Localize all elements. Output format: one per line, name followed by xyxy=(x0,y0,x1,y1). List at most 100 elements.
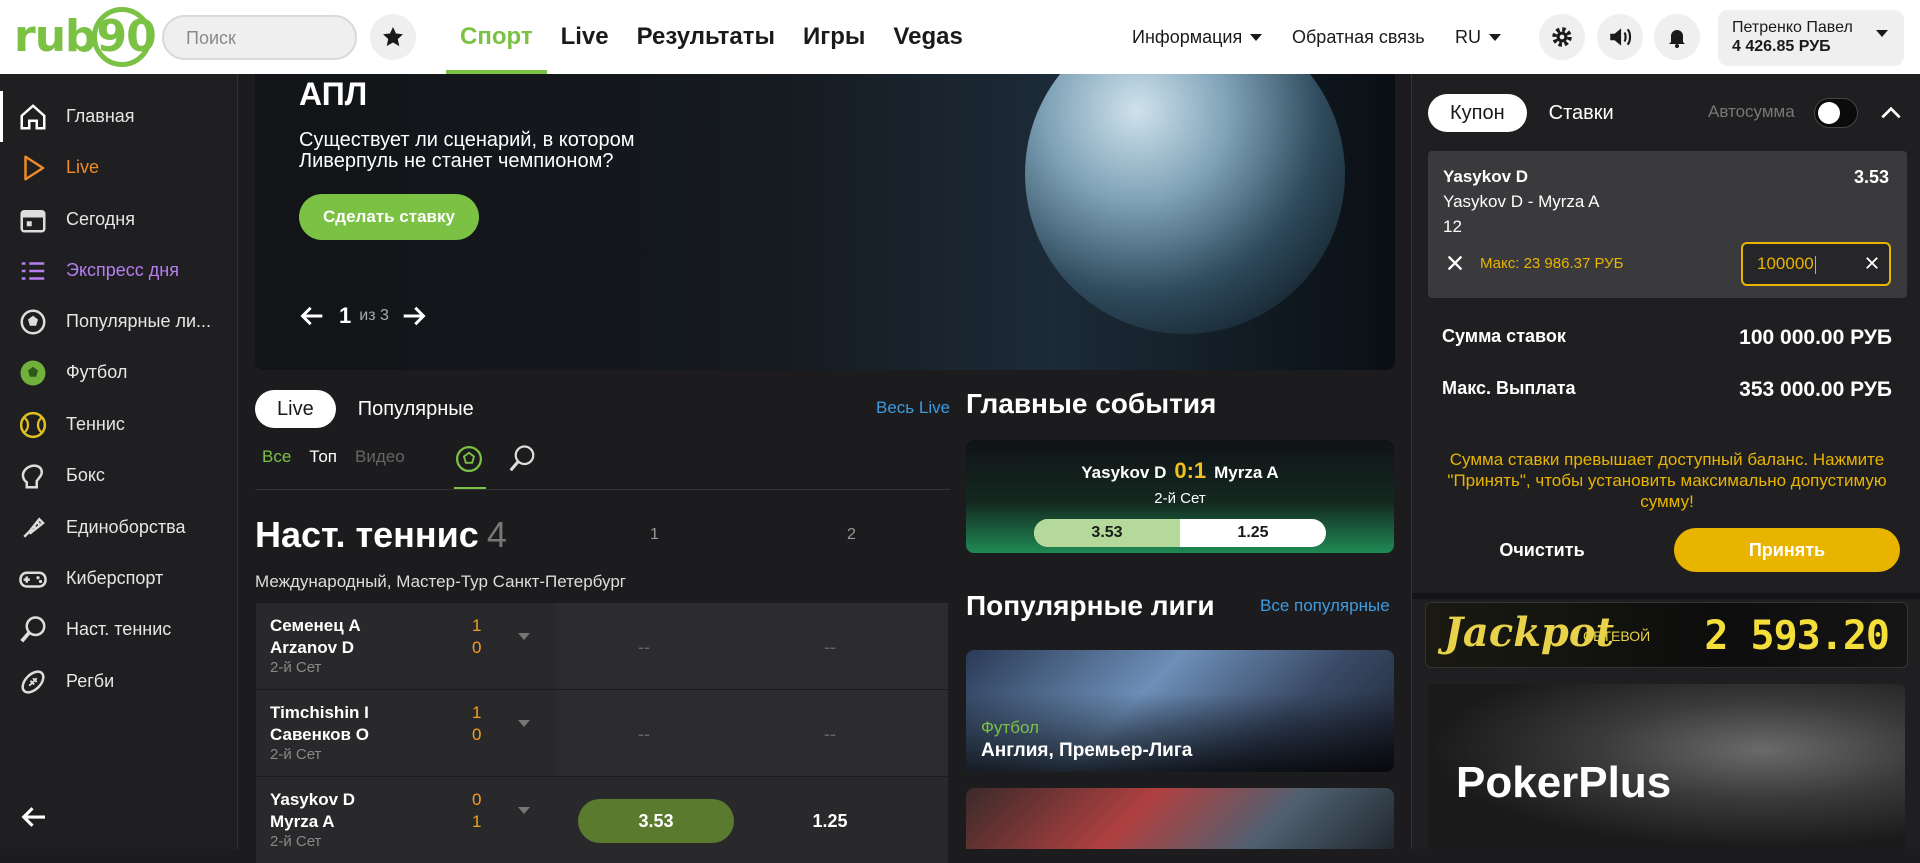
sidebar-item-boxing[interactable]: Бокс xyxy=(0,450,238,501)
tennis-ball-icon xyxy=(16,408,50,442)
score-2: 0 xyxy=(472,725,482,744)
user-menu[interactable]: Петренко Павел 4 426.85 РУБ xyxy=(1718,10,1904,66)
tab-popular[interactable]: Популярные xyxy=(336,390,496,428)
match-period: 2-й Сет xyxy=(270,659,322,676)
sidebar-item-label: Теннис xyxy=(66,414,125,434)
max-stake: Макс: 23 986.37 РУБ xyxy=(1480,255,1624,272)
close-icon[interactable] xyxy=(1444,252,1466,274)
chevron-down-icon[interactable] xyxy=(518,807,530,814)
sidebar-item-home[interactable]: Главная xyxy=(0,91,238,142)
site-logo[interactable]: rub90 xyxy=(14,6,157,68)
match-row[interactable]: Yasykov D Myrza A 2-й Сет 01 3.53 1.25 xyxy=(256,777,948,863)
odd-1: -- xyxy=(638,636,650,657)
language-select[interactable]: RU xyxy=(1455,0,1501,74)
bet-market: 12 xyxy=(1443,217,1462,236)
nav-results[interactable]: Результаты xyxy=(623,0,789,74)
autosum-toggle[interactable] xyxy=(1814,98,1858,128)
main-event-card[interactable]: Yasykov D 0:1 Myrza A 2-й Сет 3.53 1.25 xyxy=(966,440,1394,553)
chevron-up-icon[interactable] xyxy=(1878,100,1904,126)
divider xyxy=(255,489,950,490)
sidebar-item-popular-leagues[interactable]: Популярные ли... xyxy=(0,296,238,347)
sidebar-item-today[interactable]: Сегодня xyxy=(0,194,238,245)
all-live-link[interactable]: Весь Live xyxy=(876,398,950,418)
league-card[interactable]: Футбол Англия, Премьер-Лига xyxy=(966,650,1394,772)
clear-input-icon[interactable] xyxy=(1863,254,1881,272)
total-stake-label: Сумма ставок xyxy=(1442,326,1566,346)
nav-vegas[interactable]: Vegas xyxy=(879,0,976,74)
sidebar-item-live[interactable]: Live xyxy=(0,142,238,193)
event-odd-2[interactable]: 1.25 xyxy=(1180,519,1326,547)
chevron-down-icon xyxy=(1489,33,1501,41)
event-odd-1[interactable]: 3.53 xyxy=(1034,519,1180,547)
jackpot-banner[interactable]: Jackpot СЕТЕВОЙ 2 593.20 xyxy=(1425,602,1908,668)
odd-1-selected[interactable]: 3.53 xyxy=(578,799,734,843)
max-payout-value: 353 000.00 РУБ xyxy=(1739,378,1892,401)
team-2: Myrza A xyxy=(1214,463,1279,482)
chevron-down-icon[interactable] xyxy=(518,720,530,727)
autosum-label: Автосумма xyxy=(1708,102,1795,121)
league-name: Англия, Премьер-Лига xyxy=(981,740,1193,761)
league-card[interactable] xyxy=(966,788,1394,849)
nav-games[interactable]: Игры xyxy=(789,0,879,74)
sidebar-item-tennis[interactable]: Теннис xyxy=(0,399,238,450)
poker-promo-banner[interactable]: PokerPlus xyxy=(1428,684,1905,849)
text-cursor xyxy=(1814,255,1816,274)
odd-2[interactable]: 1.25 xyxy=(752,799,908,843)
sound-button[interactable] xyxy=(1597,14,1643,60)
score-1: 0 xyxy=(472,790,482,809)
live-filter-tabs: Все Топ Видео xyxy=(262,447,423,467)
match-row[interactable]: Семенец А Arzanov D 2-й Сет 10 -- -- xyxy=(256,603,948,689)
chevron-down-icon[interactable] xyxy=(518,633,530,640)
promo-banner[interactable]: АПЛ Существует ли сценарий, в котором Ли… xyxy=(255,74,1395,370)
score-1: 1 xyxy=(472,703,482,722)
sidebar-item-football[interactable]: Футбол xyxy=(0,347,238,398)
place-bet-button[interactable]: Сделать ставку xyxy=(299,194,479,240)
clear-button[interactable]: Очистить xyxy=(1432,528,1652,572)
sidebar-item-label: Популярные ли... xyxy=(66,311,212,331)
table-tennis-icon xyxy=(509,445,535,472)
sidebar-item-label: Сегодня xyxy=(66,209,135,229)
sport-filter-all[interactable] xyxy=(454,444,486,490)
info-menu[interactable]: Информация xyxy=(1132,0,1263,74)
max-payout-row: Макс. Выплата 353 000.00 РУБ xyxy=(1442,378,1892,402)
tournament-name: Международный, Мастер-Тур Санкт-Петербур… xyxy=(255,572,626,591)
filter-all[interactable]: Все xyxy=(262,447,291,467)
column-header-1: 1 xyxy=(650,526,659,543)
total-stake-value: 100 000.00 РУБ xyxy=(1739,326,1892,349)
odd-1: -- xyxy=(638,723,650,744)
arrow-right-icon[interactable] xyxy=(399,302,427,330)
nav-live[interactable]: Live xyxy=(547,0,623,74)
search-input[interactable]: Поиск xyxy=(162,15,357,60)
sidebar-item-table-tennis[interactable]: Наст. теннис xyxy=(0,604,238,655)
chevron-down-icon xyxy=(1250,33,1263,41)
score-2: 1 xyxy=(472,812,482,831)
all-popular-link[interactable]: Все популярные xyxy=(1260,596,1390,616)
accept-button[interactable]: Принять xyxy=(1674,528,1900,572)
notifications-button[interactable] xyxy=(1654,14,1700,60)
tab-bets[interactable]: Ставки xyxy=(1527,94,1636,132)
event-odds: 3.53 1.25 xyxy=(1034,519,1326,547)
sidebar-item-label: Бокс xyxy=(66,465,105,485)
nav-sport[interactable]: Спорт xyxy=(446,0,547,74)
tab-live[interactable]: Live xyxy=(255,390,336,428)
sport-section-title: Наст. теннис 4 xyxy=(255,514,507,556)
filter-top[interactable]: Топ xyxy=(309,447,337,467)
stake-input[interactable]: 100000 xyxy=(1741,242,1891,286)
sidebar-item-esports[interactable]: Киберспорт xyxy=(0,553,238,604)
sidebar-item-martial-arts[interactable]: Единоборства xyxy=(0,502,238,553)
match-row[interactable]: Timchishin I Савенков О 2-й Сет 10 -- -- xyxy=(256,690,948,776)
tab-coupon[interactable]: Купон xyxy=(1428,94,1527,132)
sport-filter-table-tennis[interactable] xyxy=(507,444,537,479)
score-2: 0 xyxy=(472,638,482,657)
filter-video[interactable]: Видео xyxy=(355,447,405,467)
favorites-button[interactable] xyxy=(370,14,416,60)
sidebar-item-express[interactable]: Экспресс дня xyxy=(0,245,238,296)
odds-area: 3.53 1.25 xyxy=(556,777,948,863)
settings-button[interactable] xyxy=(1539,14,1585,60)
sidebar-item-rugby[interactable]: Регби xyxy=(0,656,238,707)
main-nav: Спорт Live Результаты Игры Vegas xyxy=(446,0,977,74)
arrow-left-icon[interactable] xyxy=(299,302,327,330)
player-2: Савенков О xyxy=(270,725,369,744)
arrow-left-icon[interactable] xyxy=(20,802,50,832)
feedback-link[interactable]: Обратная связь xyxy=(1292,0,1425,74)
